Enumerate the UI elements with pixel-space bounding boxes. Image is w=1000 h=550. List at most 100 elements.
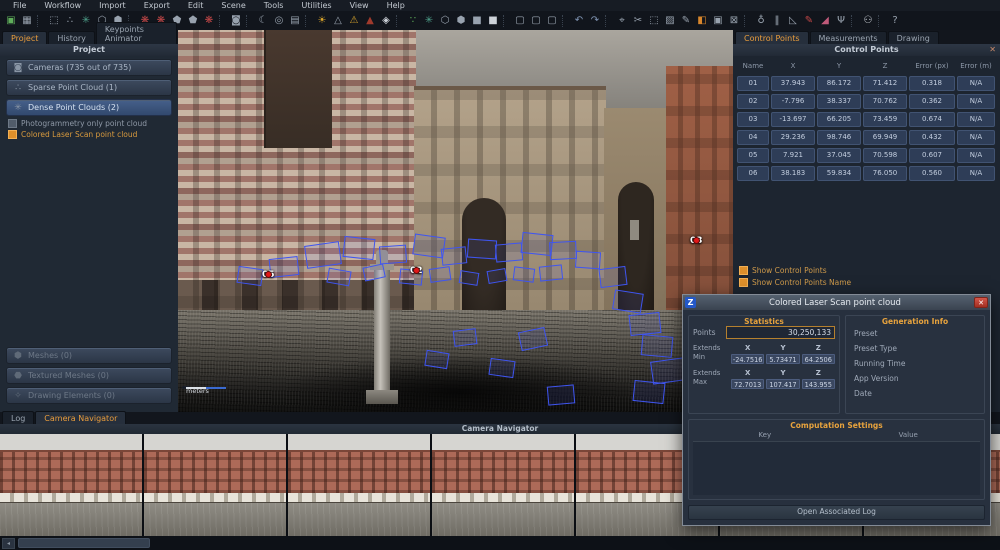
camera-thumbnail[interactable] bbox=[288, 434, 430, 536]
square-dark-icon[interactable]: ■ bbox=[469, 13, 485, 28]
light-icon[interactable]: ☀ bbox=[314, 13, 330, 28]
menu-item[interactable]: Help bbox=[378, 1, 414, 10]
right-panel-tab[interactable]: Drawing bbox=[887, 31, 939, 44]
camera-tool-icon[interactable]: ◙ bbox=[228, 13, 244, 28]
checkbox[interactable] bbox=[739, 266, 748, 275]
scroll-left-arrow-icon[interactable]: ◂ bbox=[2, 537, 15, 549]
plane-tool-icon[interactable]: ◺ bbox=[785, 13, 801, 28]
scrollbar-thumb[interactable] bbox=[18, 538, 150, 548]
menu-item[interactable]: Utilities bbox=[292, 1, 340, 10]
left-panel-tab[interactable]: Project bbox=[2, 31, 48, 44]
table-row[interactable]: 03 -13.697 66.205 73.459 0.674 N/A bbox=[737, 112, 996, 127]
cone-tool-icon[interactable]: ◢ bbox=[817, 13, 833, 28]
help-icon[interactable]: ? bbox=[887, 13, 903, 28]
menu-item[interactable]: Import bbox=[90, 1, 135, 10]
table-row[interactable]: 06 38.183 59.834 76.050 0.560 N/A bbox=[737, 166, 996, 181]
table-row[interactable]: 01 37.943 86.172 71.412 0.318 N/A bbox=[737, 76, 996, 91]
hexagon-solid-icon[interactable]: ⬢ bbox=[453, 13, 469, 28]
cube2-icon[interactable]: ▢ bbox=[528, 13, 544, 28]
horizontal-scrollbar[interactable]: ◂ bbox=[0, 536, 1000, 550]
table-row[interactable]: 02 -7.796 38.337 70.762 0.362 N/A bbox=[737, 94, 996, 109]
bottom-panel-tab[interactable]: Camera Navigator bbox=[35, 411, 127, 424]
lasso-selection-icon[interactable]: ⬚ bbox=[46, 13, 62, 28]
hatch-select-icon[interactable]: ▨ bbox=[662, 13, 678, 28]
sparse-point-cloud-button[interactable]: ∴ Sparse Point Cloud (1) bbox=[6, 79, 172, 96]
scatter-green-icon[interactable]: ∵ bbox=[405, 13, 421, 28]
dialog-title-bar[interactable]: Z Colored Laser Scan point cloud ✕ bbox=[683, 295, 990, 310]
brush-select-icon[interactable]: ✎ bbox=[678, 13, 694, 28]
menu-item[interactable]: Scene bbox=[212, 1, 254, 10]
point-cloud-item[interactable]: Colored Laser Scan point cloud bbox=[0, 129, 178, 140]
menu-item[interactable]: Export bbox=[135, 1, 179, 10]
meshes-button[interactable]: ⬢ Meshes (0) bbox=[6, 347, 172, 364]
fork-tool-icon[interactable]: Ψ bbox=[833, 13, 849, 28]
orbit-icon[interactable]: ◎ bbox=[271, 13, 287, 28]
textured-meshes-button[interactable]: ⬣ Textured Meshes (0) bbox=[6, 367, 172, 384]
hexagon-icon[interactable]: ⬡ bbox=[437, 13, 453, 28]
camera-thumbnail[interactable] bbox=[0, 434, 142, 536]
rect-select-icon[interactable]: ⬚ bbox=[646, 13, 662, 28]
menu-item[interactable]: Workflow bbox=[35, 1, 90, 10]
cameras-button[interactable]: ◙ Cameras (735 out of 735) bbox=[6, 59, 172, 76]
dialog-close-icon[interactable]: ✕ bbox=[974, 297, 988, 308]
plate-icon[interactable]: ▤ bbox=[287, 13, 303, 28]
checkbox[interactable] bbox=[739, 278, 748, 287]
table-row[interactable]: 05 7.921 37.045 70.598 0.607 N/A bbox=[737, 148, 996, 163]
cube3-icon[interactable]: ▢ bbox=[544, 13, 560, 28]
clear-select-icon[interactable]: ⊠ bbox=[726, 13, 742, 28]
left-panel-tab[interactable]: History bbox=[48, 31, 95, 44]
close-icon[interactable]: ✕ bbox=[989, 44, 996, 56]
bottom-panel-tab[interactable]: Log bbox=[2, 411, 35, 424]
open-associated-log-button[interactable]: Open Associated Log bbox=[688, 505, 985, 520]
square-light-icon[interactable]: ■ bbox=[485, 13, 501, 28]
warning-small-icon[interactable]: ▲ bbox=[362, 13, 378, 28]
select-region-green-icon[interactable]: ▣ bbox=[3, 13, 19, 28]
point-cloud-item[interactable]: Photogrammetry only point cloud bbox=[0, 118, 178, 129]
scatter-color-icon[interactable]: ✳ bbox=[421, 13, 437, 28]
visibility-checkbox[interactable] bbox=[8, 119, 17, 128]
sparse-points-icon[interactable]: ∴ bbox=[62, 13, 78, 28]
planet-icon[interactable]: ♁ bbox=[753, 13, 769, 28]
left-panel-tab[interactable]: Keypoints Animator bbox=[95, 22, 177, 44]
menu-item[interactable]: Tools bbox=[255, 1, 293, 10]
camera-thumbnail[interactable] bbox=[144, 434, 286, 536]
ruler-icon[interactable]: ‖ bbox=[769, 13, 785, 28]
show-option[interactable]: Show Control Points bbox=[739, 266, 851, 275]
visibility-checkbox[interactable] bbox=[8, 130, 17, 139]
points-value-field[interactable]: 30,250,133 bbox=[726, 326, 835, 339]
triangle-icon[interactable]: △ bbox=[330, 13, 346, 28]
select-region-gray-icon[interactable]: ▦ bbox=[19, 13, 35, 28]
3d-viewport[interactable]: 05 02 03 meters bbox=[178, 30, 733, 412]
undo-icon[interactable]: ↶ bbox=[571, 13, 587, 28]
paint-tool-icon[interactable]: ✎ bbox=[801, 13, 817, 28]
camera-thumbnail[interactable] bbox=[432, 434, 574, 536]
moon-icon[interactable]: ☾ bbox=[255, 13, 271, 28]
col-z[interactable]: Z bbox=[863, 59, 907, 73]
photo-cluster3-icon[interactable]: ❋ bbox=[201, 13, 217, 28]
redo-icon[interactable]: ↷ bbox=[587, 13, 603, 28]
col-y[interactable]: Y bbox=[817, 59, 861, 73]
col-name[interactable]: Name bbox=[737, 59, 769, 73]
zero-badge-icon[interactable]: ◧ bbox=[694, 13, 710, 28]
dense-point-clouds-button[interactable]: ✳ Dense Point Clouds (2) bbox=[6, 99, 172, 116]
table-row[interactable]: 04 29.236 98.746 69.949 0.432 N/A bbox=[737, 130, 996, 145]
diamond-icon[interactable]: ◈ bbox=[378, 13, 394, 28]
mask-icon[interactable]: ⚇ bbox=[860, 13, 876, 28]
dense-points-icon[interactable]: ✳ bbox=[78, 13, 94, 28]
drawing-elements-button[interactable]: ✧ Drawing Elements (0) bbox=[6, 387, 172, 404]
right-panel-tab[interactable]: Control Points bbox=[735, 31, 809, 44]
cut-select-icon[interactable]: ✂ bbox=[630, 13, 646, 28]
menu-item[interactable]: File bbox=[4, 1, 35, 10]
menu-item[interactable]: Edit bbox=[179, 1, 213, 10]
copy-select-icon[interactable]: ▣ bbox=[710, 13, 726, 28]
stone-mesh2-icon[interactable]: ⬟ bbox=[185, 13, 201, 28]
col-error-m[interactable]: Error (m) bbox=[957, 59, 995, 73]
col-error-px[interactable]: Error (px) bbox=[909, 59, 955, 73]
menu-item[interactable]: View bbox=[341, 1, 378, 10]
warning-icon[interactable]: ⚠ bbox=[346, 13, 362, 28]
cube1-icon[interactable]: ▢ bbox=[512, 13, 528, 28]
show-option[interactable]: Show Control Points Name bbox=[739, 278, 851, 287]
zoom-select-icon[interactable]: ⌖ bbox=[614, 13, 630, 28]
right-panel-tab[interactable]: Measurements bbox=[809, 31, 887, 44]
col-x[interactable]: X bbox=[771, 59, 815, 73]
